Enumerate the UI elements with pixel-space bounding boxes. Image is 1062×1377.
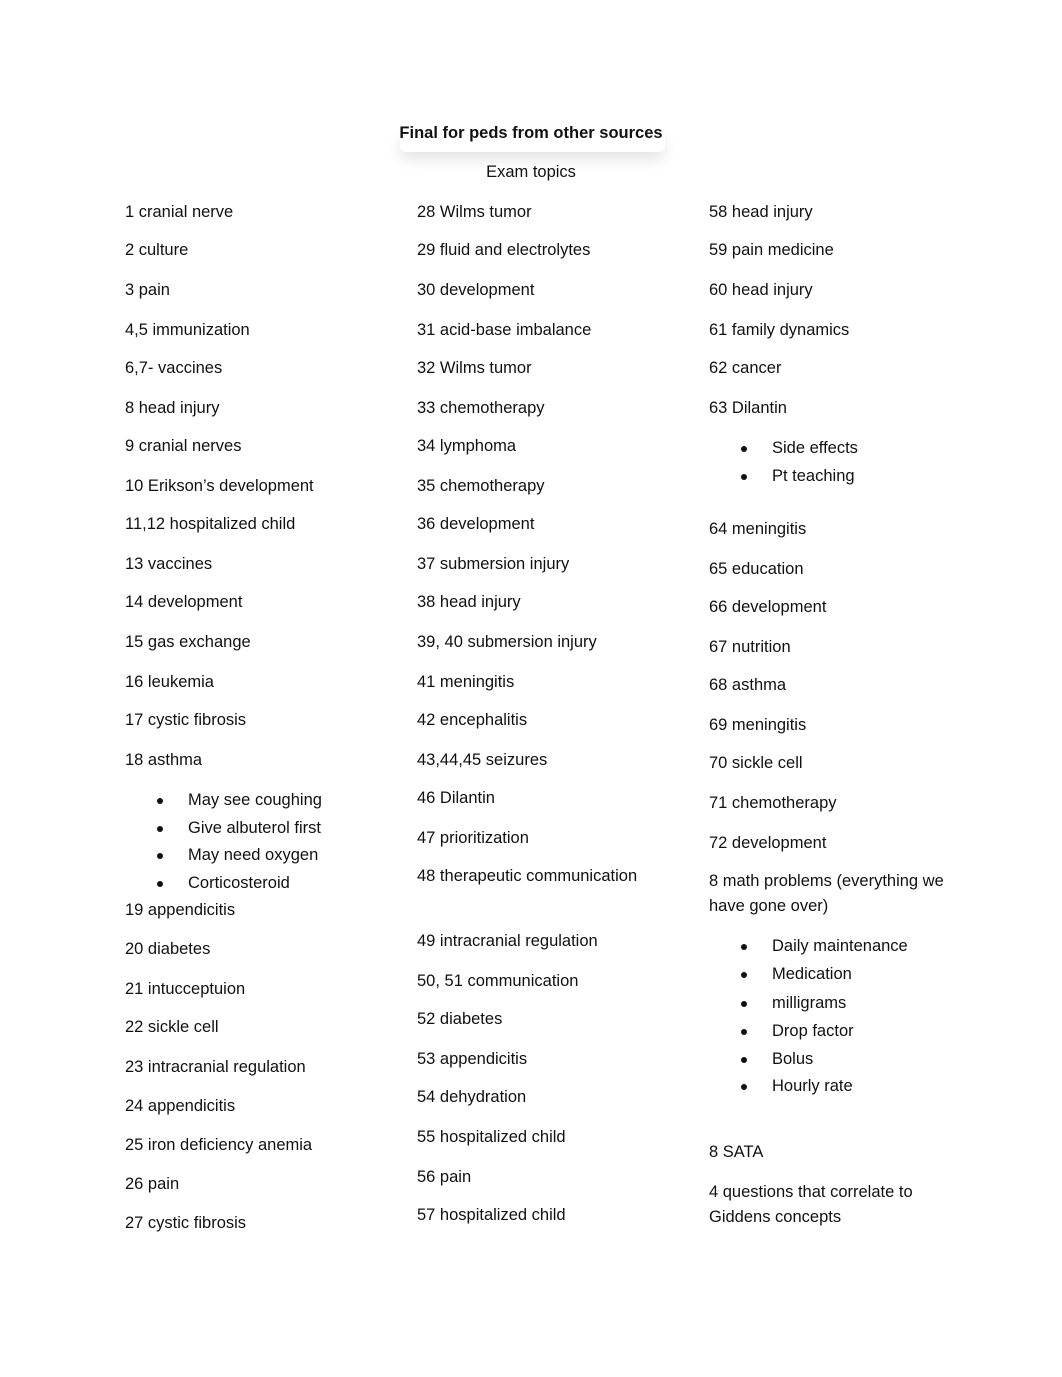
topic-item: 22 sickle cell bbox=[125, 1018, 219, 1036]
topic-item: 61 family dynamics bbox=[709, 321, 850, 339]
topic-item: 32 Wilms tumor bbox=[417, 359, 532, 377]
topic-item: 1 cranial nerve bbox=[125, 203, 234, 221]
topic-item: 24 appendicitis bbox=[125, 1097, 236, 1115]
topic-item: 59 pain medicine bbox=[709, 241, 834, 259]
topic-item: 23 intracranial regulation bbox=[125, 1058, 306, 1076]
topic-item: 58 head injury bbox=[709, 203, 813, 221]
topic-item: 42 encephalitis bbox=[417, 711, 528, 729]
topic-item: 15 gas exchange bbox=[125, 633, 251, 651]
topic-item: 3 pain bbox=[125, 281, 170, 299]
topic-item: 43,44,45 seizures bbox=[417, 751, 548, 769]
topic-item: 17 cystic fibrosis bbox=[125, 711, 247, 729]
topic-item: 71 chemotherapy bbox=[709, 794, 837, 812]
bullet-dot-icon bbox=[741, 944, 747, 950]
topic-item: 13 vaccines bbox=[125, 555, 213, 573]
bullet-dot-icon bbox=[157, 853, 163, 859]
topic-item: 38 head injury bbox=[417, 593, 521, 611]
bullet-dot-icon bbox=[741, 972, 747, 978]
topic-item: 27 cystic fibrosis bbox=[125, 1214, 247, 1232]
topic-item: 29 fluid and electrolytes bbox=[417, 241, 591, 259]
topic-item: 49 intracranial regulation bbox=[417, 932, 598, 950]
topic-item: 6,7- vaccines bbox=[125, 359, 223, 377]
topic-item: 47 prioritization bbox=[417, 829, 529, 847]
topic-item: 4 questions that correlate to Giddens co… bbox=[709, 1183, 913, 1226]
topic-item: 14 development bbox=[125, 593, 243, 611]
topic-item: 16 leukemia bbox=[125, 673, 214, 691]
topic-item: 70 sickle cell bbox=[709, 754, 803, 772]
bullet-dot-icon bbox=[157, 798, 163, 804]
topic-item: 68 asthma bbox=[709, 676, 787, 694]
topic-item: 8 head injury bbox=[125, 399, 220, 417]
topic-item: 39, 40 submersion injury bbox=[417, 633, 597, 651]
topic-item: 72 development bbox=[709, 834, 827, 852]
bullet-text: Pt teaching bbox=[772, 467, 855, 485]
bullet-dot-icon bbox=[741, 446, 747, 452]
topic-item: 67 nutrition bbox=[709, 638, 791, 656]
topic-item: 37 submersion injury bbox=[417, 555, 570, 573]
topic-item: 25 iron deficiency anemia bbox=[125, 1136, 313, 1154]
bullet-text: May see coughing bbox=[188, 791, 322, 809]
topic-item: 35 chemotherapy bbox=[417, 477, 545, 495]
topic-item: 55 hospitalized child bbox=[417, 1128, 566, 1146]
topic-item: 21 intucceptuion bbox=[125, 980, 246, 998]
bullet-dot-icon bbox=[741, 1001, 747, 1007]
topic-item: 26 pain bbox=[125, 1175, 180, 1193]
bullet-text: Bolus bbox=[772, 1050, 814, 1068]
bullet-text: May need oxygen bbox=[188, 846, 319, 864]
bullet-text: Daily maintenance bbox=[772, 937, 908, 955]
bullet-dot-icon bbox=[741, 474, 747, 480]
bullet-text: Give albuterol first bbox=[188, 819, 321, 837]
bullet-dot-icon bbox=[157, 881, 163, 887]
topic-item: 41 meningitis bbox=[417, 673, 515, 691]
topic-item: 50, 51 communication bbox=[417, 972, 579, 990]
topic-item: 11,12 hospitalized child bbox=[125, 515, 296, 533]
topic-item: 30 development bbox=[417, 281, 535, 299]
topic-item: 69 meningitis bbox=[709, 716, 807, 734]
topic-item: 28 Wilms tumor bbox=[417, 203, 532, 221]
bullet-dot-icon bbox=[157, 826, 163, 832]
topic-item: 53 appendicitis bbox=[417, 1050, 528, 1068]
topic-item: 8 SATA bbox=[709, 1143, 764, 1161]
topic-item: 36 development bbox=[417, 515, 535, 533]
topic-item: 60 head injury bbox=[709, 281, 813, 299]
bullet-text: Medication bbox=[772, 965, 852, 983]
bullet-text: milligrams bbox=[772, 994, 847, 1012]
topic-item: 33 chemotherapy bbox=[417, 399, 545, 417]
bullet-dot-icon bbox=[741, 1057, 747, 1063]
topic-item: 34 lymphoma bbox=[417, 437, 517, 455]
topic-item: 54 dehydration bbox=[417, 1088, 527, 1106]
bullet-text: Drop factor bbox=[772, 1022, 854, 1040]
topic-item: 18 asthma bbox=[125, 751, 203, 769]
topic-item: 63 Dilantin bbox=[709, 399, 787, 417]
topic-item: 57 hospitalized child bbox=[417, 1206, 566, 1224]
bullet-text: Side effects bbox=[772, 439, 858, 457]
document-subtitle: Exam topics bbox=[486, 163, 576, 181]
topic-item: 66 development bbox=[709, 598, 827, 616]
topic-item: 9 cranial nerves bbox=[125, 437, 242, 455]
topic-item: 52 diabetes bbox=[417, 1010, 503, 1028]
topic-item: 4,5 immunization bbox=[125, 321, 250, 339]
document-title: Final for peds from other sources bbox=[399, 124, 663, 142]
topic-item: 31 acid-base imbalance bbox=[417, 321, 592, 339]
topic-item: 10 Erikson’s development bbox=[125, 477, 314, 495]
bullet-dot-icon bbox=[741, 1029, 747, 1035]
topic-item: 20 diabetes bbox=[125, 940, 211, 958]
topic-item: 62 cancer bbox=[709, 359, 782, 377]
topic-item: 8 math problems (everything we have gone… bbox=[709, 872, 944, 915]
topic-item: 2 culture bbox=[125, 241, 189, 259]
topic-item: 19 appendicitis bbox=[125, 901, 236, 919]
bullet-text: Hourly rate bbox=[772, 1077, 853, 1095]
bullet-dot-icon bbox=[741, 1084, 747, 1090]
topic-item: 48 therapeutic communication bbox=[417, 867, 638, 885]
topic-item: 56 pain bbox=[417, 1168, 472, 1186]
topic-item: 65 education bbox=[709, 560, 804, 578]
topic-item: 46 Dilantin bbox=[417, 789, 495, 807]
bullet-text: Corticosteroid bbox=[188, 874, 290, 892]
topic-item: 64 meningitis bbox=[709, 520, 807, 538]
